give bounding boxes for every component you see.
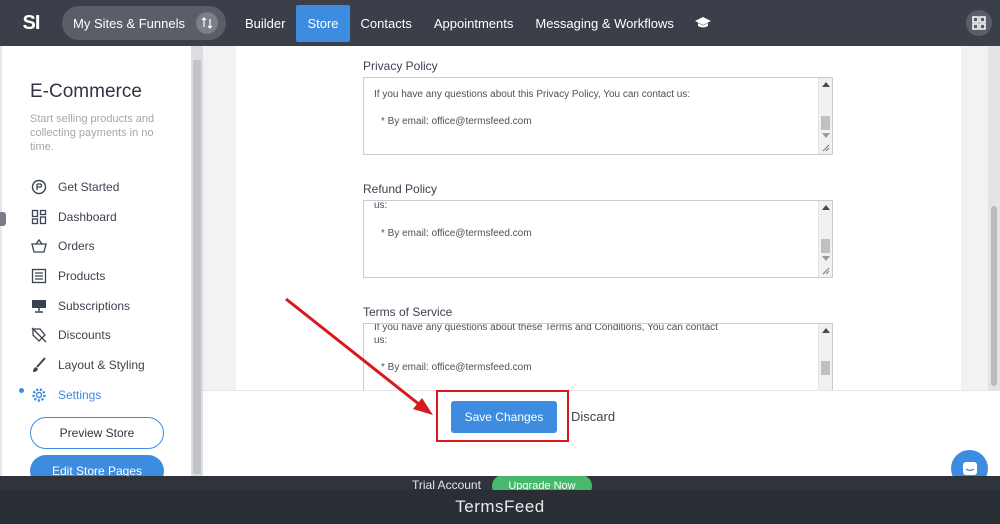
privacy-policy-textarea[interactable]: If you have any questions about this Pri… xyxy=(363,77,833,155)
nav-messaging-workflows[interactable]: Messaging & Workflows xyxy=(524,5,684,42)
swap-arrows-icon xyxy=(196,12,218,34)
top-navigation-bar: SI My Sites & Funnels Builder Store Cont… xyxy=(0,0,1000,46)
app-logo[interactable]: SI xyxy=(0,0,62,46)
textarea-scroll-thumb[interactable] xyxy=(821,116,830,130)
gear-icon xyxy=(30,386,48,404)
sidebar-title: E-Commerce xyxy=(30,81,142,102)
sidebar-item-layout-styling[interactable]: Layout & Styling xyxy=(30,350,180,380)
textarea-line: If you have any questions about this Pri… xyxy=(374,89,691,100)
sidebar-item-label: Orders xyxy=(58,239,95,254)
page-scroll-thumb[interactable] xyxy=(991,206,997,386)
basket-icon xyxy=(30,237,48,255)
discard-button[interactable]: Discard xyxy=(571,409,615,424)
sidebar-item-settings[interactable]: Settings xyxy=(30,380,180,410)
scroll-up-arrow-icon[interactable] xyxy=(822,82,830,87)
screenshot-frame: SI My Sites & Funnels Builder Store Cont… xyxy=(0,0,1000,524)
sidebar-item-discounts[interactable]: Discounts xyxy=(30,320,180,350)
apps-grid-icon[interactable] xyxy=(966,10,992,36)
resize-grip-icon[interactable] xyxy=(821,143,830,152)
sidebar-item-label: Discounts xyxy=(58,328,111,343)
textarea-line: us: xyxy=(374,200,388,211)
brush-icon xyxy=(30,356,48,374)
termsfeed-footer: TermsFeed xyxy=(0,490,1000,524)
textarea-line: * By email: office@termsfeed.com xyxy=(381,116,532,127)
resize-grip-icon[interactable] xyxy=(821,266,830,275)
sidebar-item-orders[interactable]: Orders xyxy=(30,231,180,261)
nav-builder[interactable]: Builder xyxy=(234,5,296,42)
sidebar-menu: Get Started Dashboard Orders Products Su… xyxy=(30,172,180,410)
list-icon xyxy=(30,267,48,285)
trial-account-text: Trial Account xyxy=(412,478,481,490)
terms-of-service-label: Terms of Service xyxy=(363,305,453,319)
textarea-line: If you have any questions about these Te… xyxy=(374,323,718,333)
textarea-line: * By email: office@termsfeed.com xyxy=(381,362,532,373)
sidebar-item-subscriptions[interactable]: Subscriptions xyxy=(30,291,180,321)
scroll-down-arrow-icon[interactable] xyxy=(822,256,830,261)
textarea-scroll-thumb[interactable] xyxy=(821,239,830,253)
textarea-scrollbar[interactable] xyxy=(818,324,832,390)
sidebar-scroll-thumb[interactable] xyxy=(193,60,201,474)
scroll-down-arrow-icon[interactable] xyxy=(822,133,830,138)
textarea-line: * By email: office@termsfeed.com xyxy=(381,228,532,239)
dashboard-icon xyxy=(30,208,48,226)
get-started-icon xyxy=(30,178,48,196)
monitor-icon xyxy=(30,297,48,315)
my-sites-funnels-button[interactable]: My Sites & Funnels xyxy=(62,6,226,40)
scroll-up-arrow-icon[interactable] xyxy=(822,328,830,333)
chat-bubble-icon xyxy=(962,461,977,475)
sidebar-item-label: Layout & Styling xyxy=(58,357,145,372)
nav-contacts[interactable]: Contacts xyxy=(350,5,423,42)
sidebar-item-dashboard[interactable]: Dashboard xyxy=(30,202,180,232)
sidebar-item-label: Dashboard xyxy=(58,209,117,224)
discount-tag-icon xyxy=(30,326,48,344)
refund-policy-textarea[interactable]: us: * By email: office@termsfeed.com xyxy=(363,200,833,278)
privacy-policy-label: Privacy Policy xyxy=(363,59,438,73)
scroll-up-arrow-icon[interactable] xyxy=(822,205,830,210)
preview-store-button[interactable]: Preview Store xyxy=(30,417,164,449)
terms-of-service-textarea[interactable]: If you have any questions about these Te… xyxy=(363,323,833,390)
sidebar-description: Start selling products and collecting pa… xyxy=(30,113,155,153)
my-sites-funnels-label: My Sites & Funnels xyxy=(73,15,185,31)
ecommerce-sidebar: E-Commerce Start selling products and co… xyxy=(0,46,191,487)
sidebar-item-label: Subscriptions xyxy=(58,298,131,313)
sidebar-item-label: Settings xyxy=(58,387,102,402)
textarea-line: us: xyxy=(374,335,388,346)
footer-brand: TermsFeed xyxy=(455,497,545,516)
upgrade-now-button[interactable]: Upgrade Now xyxy=(492,476,592,490)
sidebar-item-label: Products xyxy=(58,268,106,283)
graduation-cap-icon[interactable] xyxy=(693,16,713,30)
active-indicator-dot xyxy=(19,388,24,393)
sidebar-item-get-started[interactable]: Get Started xyxy=(30,172,180,202)
highlight-box xyxy=(436,390,569,442)
sidebar-scrollbar[interactable] xyxy=(191,46,203,476)
form-action-bar xyxy=(203,390,1000,476)
refund-policy-label: Refund Policy xyxy=(363,182,438,196)
nav-store[interactable]: Store xyxy=(296,4,350,42)
sidebar-item-products[interactable]: Products xyxy=(30,261,180,291)
sidebar-item-label: Get Started xyxy=(58,179,120,194)
textarea-scroll-thumb[interactable] xyxy=(821,361,830,375)
nav-appointments[interactable]: Appointments xyxy=(423,5,525,42)
collapse-handle[interactable] xyxy=(0,212,6,226)
trial-account-bar: Trial Account Upgrade Now xyxy=(0,476,1000,490)
